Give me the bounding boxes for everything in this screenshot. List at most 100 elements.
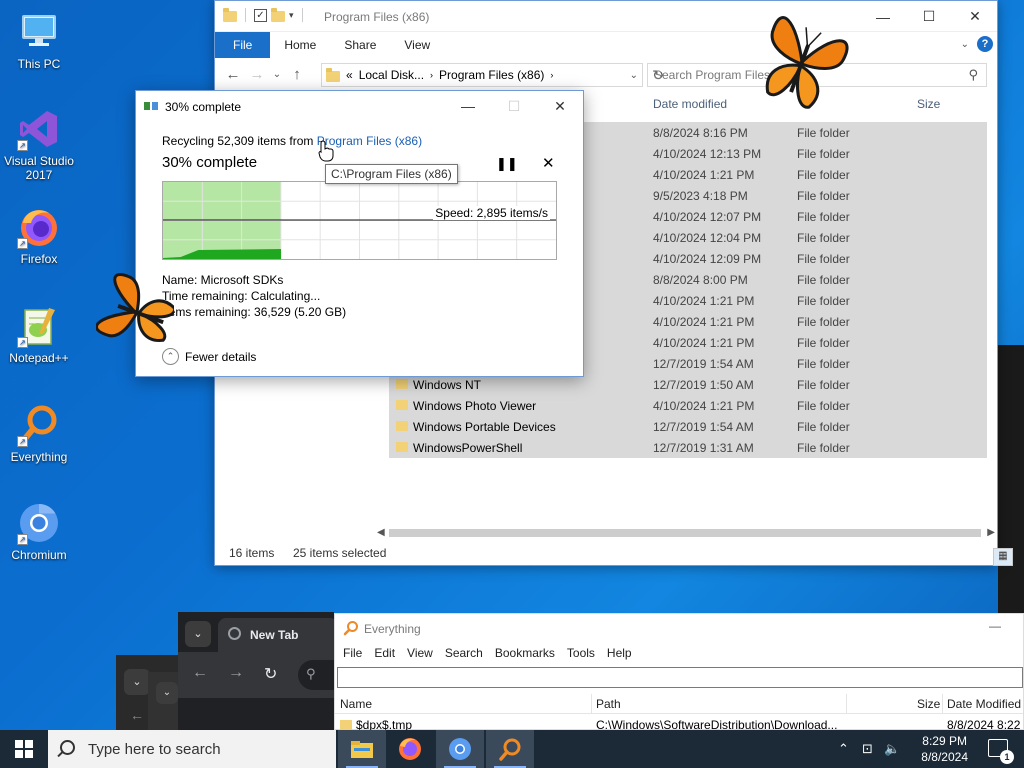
tab-home[interactable]: Home (270, 32, 330, 58)
tab-search-icon[interactable]: ⌄ (124, 669, 150, 695)
minimize-icon[interactable]: — (860, 1, 906, 32)
recent-locations-icon[interactable]: ⌄ (269, 69, 285, 80)
file-date-modified: 4/10/2024 1:21 PM (653, 336, 755, 350)
browser-tab[interactable]: New Tab (218, 618, 338, 652)
search-input[interactable] (337, 667, 1023, 688)
pause-icon[interactable]: ❚❚ (496, 156, 518, 172)
maximize-icon[interactable]: ☐ (906, 1, 952, 32)
minimize-icon[interactable]: — (445, 91, 491, 121)
taskbar-search-box[interactable]: Type here to search (48, 730, 336, 768)
minimize-icon[interactable]: — (989, 619, 1001, 633)
fewer-details-button[interactable]: ⌃ Fewer details (162, 348, 256, 365)
background-window-edge (998, 345, 1024, 615)
breadcrumb-local-disk[interactable]: Local Disk... (359, 68, 424, 82)
menu-edit[interactable]: Edit (368, 642, 401, 664)
horizontal-scrollbar[interactable]: ◀ ▶ (375, 525, 997, 542)
column-date-modified[interactable]: Date modified (653, 97, 727, 111)
folder-icon (326, 67, 340, 82)
column-name[interactable]: Name (340, 697, 372, 711)
network-icon[interactable]: ⊡ (862, 741, 873, 757)
close-icon[interactable]: ✕ (952, 1, 998, 32)
desktop-icon-this-pc[interactable]: This PC (2, 10, 76, 71)
file-date-modified: 4/10/2024 12:13 PM (653, 147, 762, 161)
taskbar-firefox[interactable] (386, 730, 434, 768)
menu-help[interactable]: Help (601, 642, 638, 664)
column-size[interactable]: Size (917, 697, 940, 711)
taskbar-chromium[interactable] (436, 730, 484, 768)
start-button[interactable] (0, 730, 48, 768)
chevron-right-icon[interactable]: › (550, 70, 553, 80)
column-divider[interactable] (846, 694, 847, 714)
cancel-operation-icon[interactable]: ✕ (542, 154, 555, 172)
help-icon[interactable]: ? (977, 36, 993, 52)
menu-view[interactable]: View (401, 642, 439, 664)
back-arrow-icon[interactable]: ← (130, 707, 144, 723)
menu-file[interactable]: File (337, 642, 368, 664)
search-icon[interactable]: ⚲ (968, 64, 978, 86)
file-type: File folder (797, 210, 850, 224)
close-icon[interactable]: ✕ (537, 91, 583, 121)
column-size[interactable]: Size (917, 97, 940, 111)
everything-search-icon: ↗ (17, 403, 61, 447)
desktop-icon-notepadpp[interactable]: ↗ Notepad++ (2, 304, 76, 365)
scrollbar-thumb[interactable] (389, 529, 981, 537)
tab-view[interactable]: View (390, 32, 444, 58)
forward-arrow-icon[interactable]: → (245, 66, 269, 83)
notification-center-icon[interactable]: 1 (988, 739, 1014, 764)
chevron-down-icon[interactable]: ⌄ (630, 70, 638, 81)
show-hidden-icons-chevron-icon[interactable]: ⌃ (838, 741, 849, 757)
desktop-icon-firefox[interactable]: ↗ Firefox (2, 205, 76, 266)
tab-share[interactable]: Share (330, 32, 390, 58)
column-divider[interactable] (942, 694, 943, 714)
desktop-icon-chromium[interactable]: ↗ Chromium (2, 501, 76, 562)
scroll-right-icon[interactable]: ▶ (987, 527, 995, 538)
file-row[interactable]: Windows NT 12/7/2019 1:50 AM File folder (389, 374, 987, 395)
file-row[interactable]: Windows Portable Devices 12/7/2019 1:54 A… (389, 416, 987, 437)
clock[interactable]: 8:29 PM 8/8/2024 (921, 733, 968, 765)
desktop-icon-visual-studio[interactable]: ↗ Visual Studio 2017 (2, 107, 76, 182)
file-row[interactable]: WindowsPowerShell 12/7/2019 1:31 AM File f… (389, 437, 987, 458)
taskbar: Type here to search ⌃ ⊡ 🔈 8:29 PM 8/8/20… (0, 730, 1024, 768)
chevron-right-icon[interactable]: › (430, 70, 433, 80)
volume-muted-icon[interactable]: 🔈 (884, 741, 900, 757)
recycle-transfer-icon (144, 102, 158, 110)
column-date-modified[interactable]: Date Modified (947, 697, 1021, 711)
results-column-headers: Name Path Size Date Modified (335, 694, 1023, 714)
shortcut-arrow-icon: ↗ (17, 436, 28, 447)
folder-icon (396, 442, 408, 452)
column-path[interactable]: Path (596, 697, 621, 711)
path-tooltip: C:\Program Files (x86) (325, 164, 458, 184)
new-folder-icon[interactable] (271, 7, 285, 22)
file-row[interactable]: Windows Photo Viewer 4/10/2024 1:21 PM Fil… (389, 395, 987, 416)
breadcrumb-program-files[interactable]: Program Files (x86) (439, 68, 544, 82)
customize-dropdown-icon[interactable]: ▾ (289, 10, 294, 21)
scroll-left-icon[interactable]: ◀ (377, 527, 385, 538)
forward-arrow-icon[interactable]: → (228, 664, 244, 682)
desktop-icon-everything[interactable]: ↗ Everything (2, 403, 76, 464)
back-arrow-icon[interactable]: ← (192, 664, 208, 682)
search-icon (60, 740, 75, 755)
reload-icon[interactable]: ↻ (264, 664, 277, 684)
taskbar-file-explorer[interactable] (338, 730, 386, 768)
menu-search[interactable]: Search (439, 642, 489, 664)
file-type: File folder (797, 294, 850, 308)
menu-bookmarks[interactable]: Bookmarks (489, 642, 561, 664)
properties-check-icon[interactable]: ✓ (254, 8, 267, 22)
tab-file[interactable]: File (215, 32, 271, 58)
column-divider[interactable] (591, 694, 592, 714)
large-icons-view-icon[interactable]: ▦ (993, 548, 1013, 566)
browser-toolbar: ← → ↻ ⚲ (178, 652, 358, 698)
file-type: File folder (797, 147, 850, 161)
tab-search-icon[interactable]: ⌄ (185, 621, 211, 647)
expand-ribbon-icon[interactable]: ⌄ (961, 39, 969, 50)
address-overflow[interactable]: « (346, 68, 353, 82)
address-bar[interactable]: « Local Disk... › Program Files (x86) › … (321, 63, 664, 87)
tab-search-icon[interactable]: ⌄ (156, 682, 178, 704)
up-arrow-icon[interactable]: ↑ (285, 66, 309, 83)
back-arrow-icon[interactable]: ← (221, 66, 245, 83)
tab-title: New Tab (250, 628, 299, 642)
menu-tools[interactable]: Tools (561, 642, 601, 664)
taskbar-everything[interactable] (486, 730, 534, 768)
dialog-window-controls: — ☐ ✕ (445, 91, 583, 121)
file-date-modified: 4/10/2024 1:21 PM (653, 399, 755, 413)
